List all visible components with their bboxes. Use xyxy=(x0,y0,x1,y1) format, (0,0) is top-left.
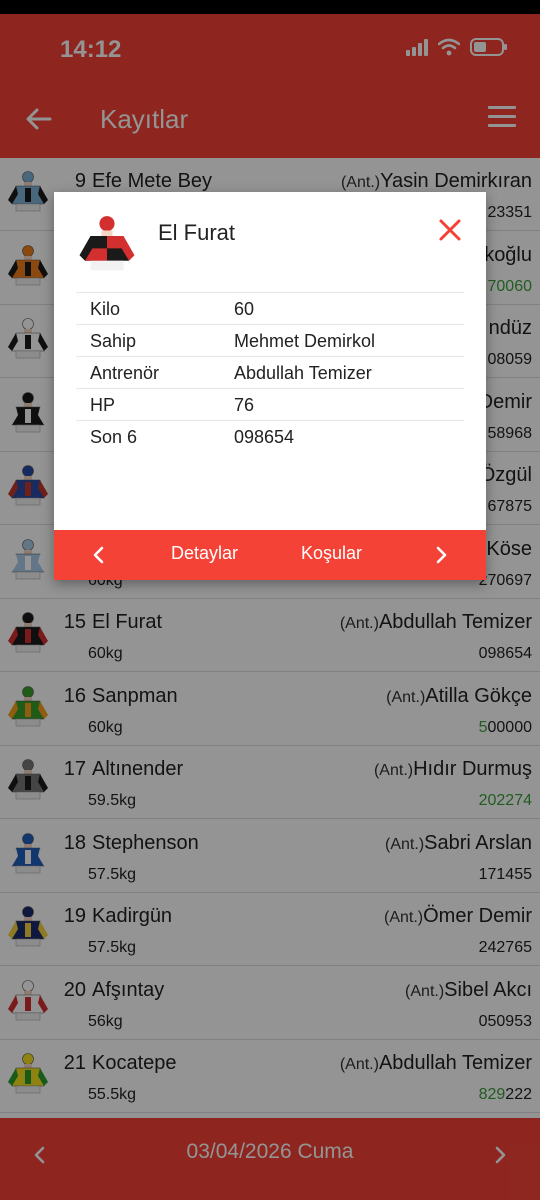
info-row-hp: HP 76 xyxy=(76,388,464,420)
horse-info-table: Kilo 60 Sahip Mehmet Demirkol Antrenör A… xyxy=(76,292,464,452)
runs-button[interactable]: Koşular xyxy=(301,543,362,564)
info-label: Kilo xyxy=(90,299,121,319)
info-value: 098654 xyxy=(234,427,295,447)
info-value: Mehmet Demirkol xyxy=(234,331,376,351)
details-button[interactable]: Detaylar xyxy=(171,543,238,564)
info-label: Antrenör xyxy=(90,363,160,383)
info-value: 76 xyxy=(234,395,255,415)
horse-detail-dialog: El Furat Kilo 60 Sahip Mehmet Demirkol A… xyxy=(54,192,486,580)
previous-horse-icon[interactable] xyxy=(88,543,110,567)
info-value: Abdullah Temizer xyxy=(234,363,372,383)
info-row-son6: Son 6 098654 xyxy=(76,420,464,452)
info-row-antrenor: Antrenör Abdullah Temizer xyxy=(76,356,464,388)
jockey-silk-icon xyxy=(79,216,135,271)
info-label: Sahip xyxy=(90,331,137,351)
info-label: Son 6 xyxy=(90,427,138,447)
dialog-footer: Detaylar Koşular xyxy=(54,530,486,580)
modal-scrim-bottom xyxy=(0,1118,540,1200)
next-horse-icon[interactable] xyxy=(430,543,452,567)
modal-scrim-top xyxy=(0,14,540,158)
info-row-sahip: Sahip Mehmet Demirkol xyxy=(76,324,464,356)
info-label: HP xyxy=(90,395,116,415)
close-icon[interactable] xyxy=(436,216,464,244)
info-value: 60 xyxy=(234,299,255,319)
info-row-kilo: Kilo 60 xyxy=(76,292,464,324)
screen: 14:12 Kayıtlar 9 Efe Mete Bey (Ant.)Yasin … xyxy=(0,14,540,1200)
dialog-title: El Furat xyxy=(158,220,236,245)
